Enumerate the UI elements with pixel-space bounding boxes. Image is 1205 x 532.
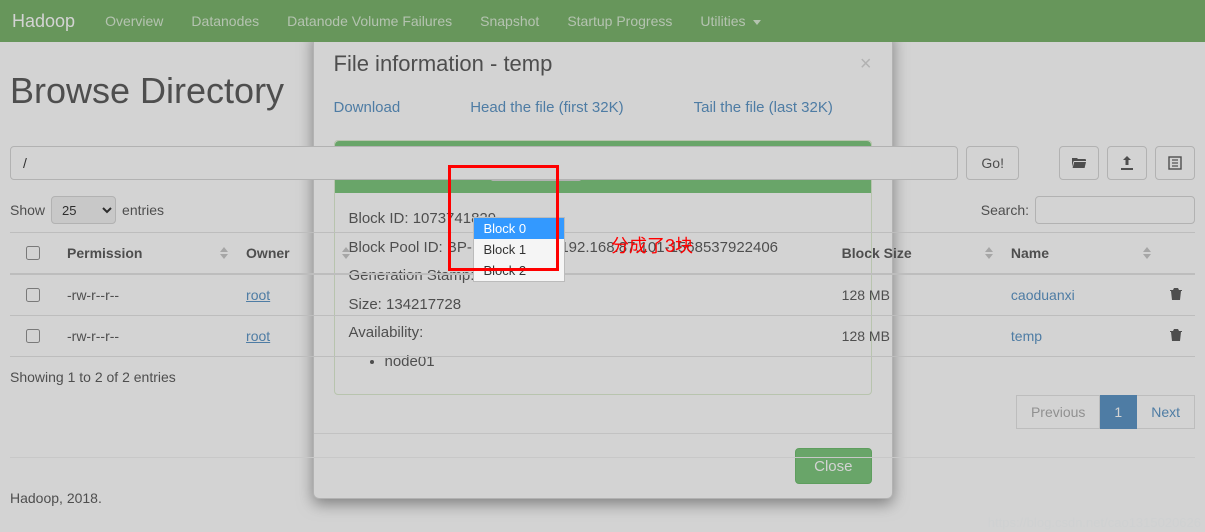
block-select-dropdown[interactable]: Block 0 Block 1 Block 2 <box>473 217 565 282</box>
modal-overlay[interactable] <box>0 0 1205 532</box>
annotation-text: 分成了3块 <box>611 232 693 258</box>
block-option[interactable]: Block 1 <box>474 239 564 260</box>
block-option[interactable]: Block 2 <box>474 260 564 281</box>
block-option[interactable]: Block 0 <box>474 218 564 239</box>
